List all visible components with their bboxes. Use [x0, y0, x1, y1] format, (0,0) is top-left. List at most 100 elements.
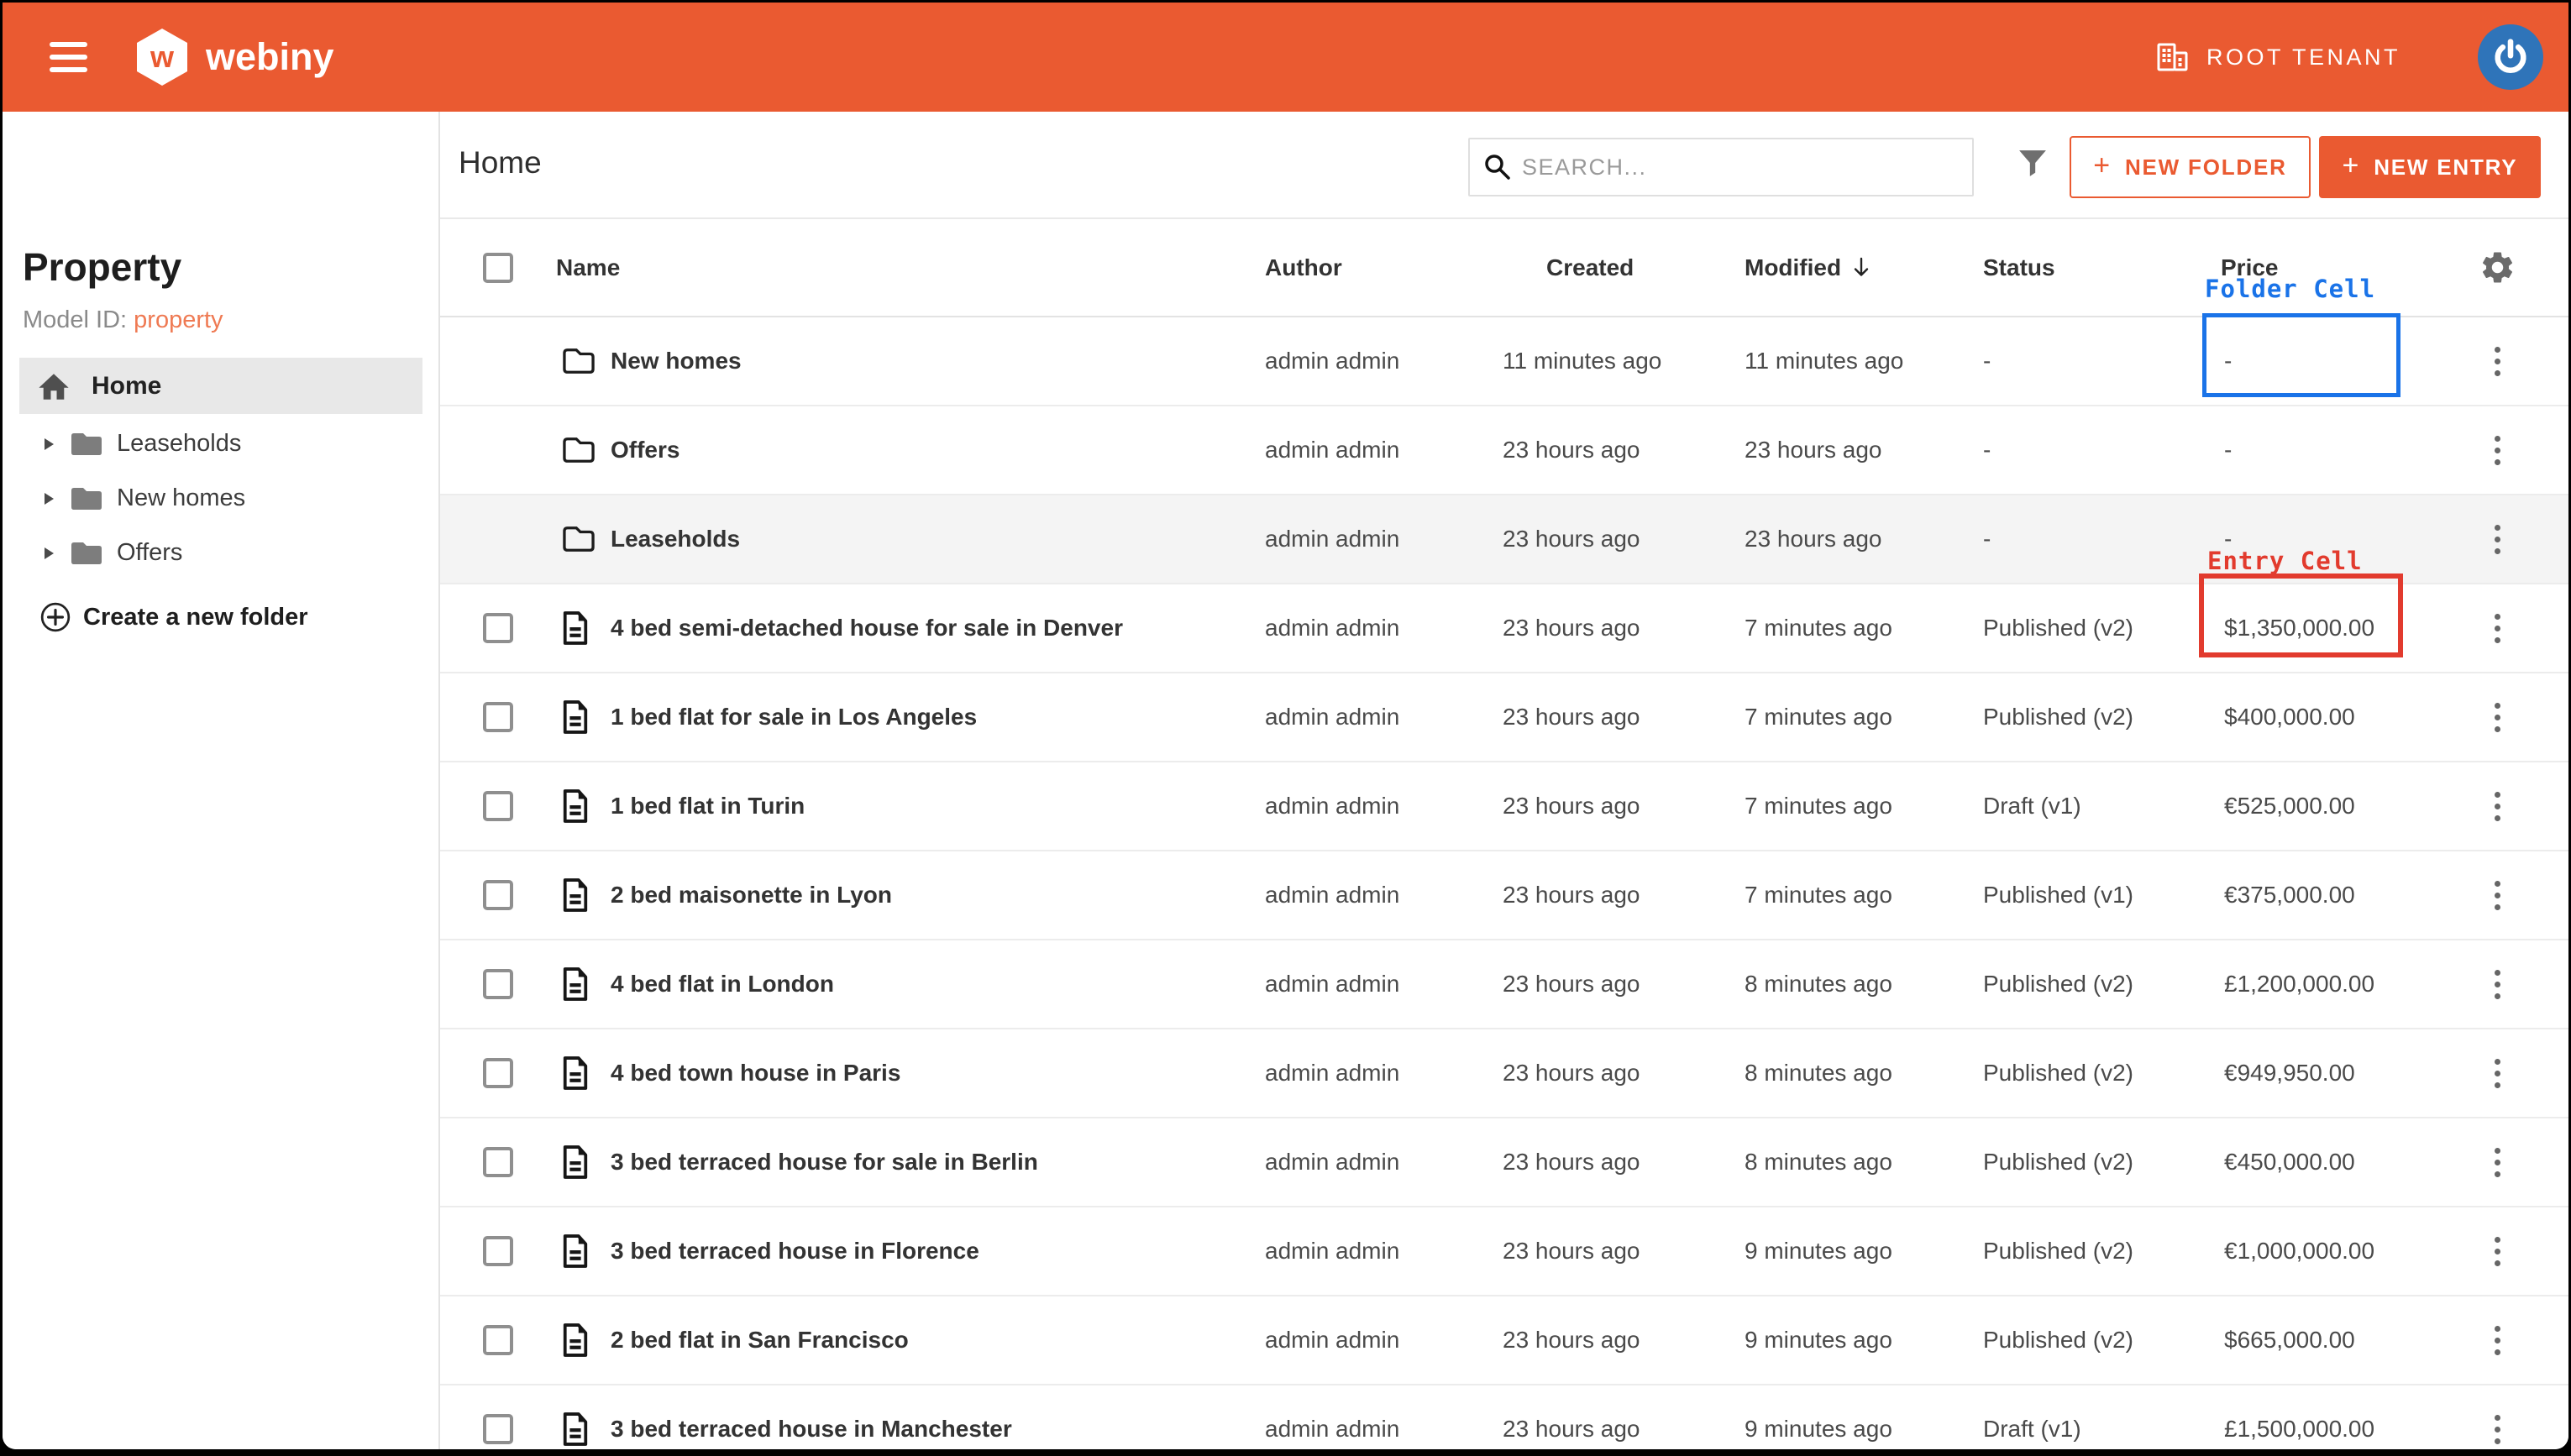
page-title: Home — [459, 145, 542, 181]
tenant-selector[interactable]: ROOT TENANT — [2156, 3, 2400, 112]
row-name: 3 bed terraced house in Florence — [611, 1238, 979, 1265]
row-created: 23 hours ago — [1503, 1149, 1640, 1176]
search-input[interactable] — [1522, 155, 1972, 181]
row-created: 23 hours ago — [1503, 1327, 1640, 1354]
row-author: admin admin — [1265, 793, 1399, 820]
create-folder-button[interactable]: Create a new folder — [39, 597, 308, 637]
row-checkbox[interactable] — [483, 1325, 513, 1355]
row-checkbox[interactable] — [483, 969, 513, 999]
row-created: 23 hours ago — [1503, 1060, 1640, 1087]
table-row[interactable]: Offers admin admin 23 hours ago 23 hours… — [440, 406, 2568, 495]
row-actions-button[interactable] — [2495, 788, 2500, 824]
row-actions-button[interactable] — [2495, 521, 2500, 557]
row-actions-button[interactable] — [2495, 966, 2500, 1002]
chevron-right-icon[interactable] — [45, 547, 54, 559]
building-icon — [2156, 42, 2190, 72]
new-folder-button[interactable]: + NEW FOLDER — [2070, 136, 2311, 198]
new-folder-label: NEW FOLDER — [2125, 155, 2287, 181]
table-row[interactable]: 4 bed flat in London admin admin 23 hour… — [440, 940, 2568, 1029]
row-actions-button[interactable] — [2495, 699, 2500, 735]
chevron-right-icon[interactable] — [45, 493, 54, 505]
row-actions-button[interactable] — [2495, 877, 2500, 913]
row-checkbox[interactable] — [483, 1058, 513, 1088]
column-header-status[interactable]: Status — [1983, 219, 2221, 316]
row-actions-button[interactable] — [2495, 343, 2500, 379]
document-icon — [561, 788, 590, 824]
column-header-name[interactable]: Name — [556, 219, 1265, 316]
table-row[interactable]: 4 bed town house in Paris admin admin 23… — [440, 1029, 2568, 1118]
row-status: Draft (v1) — [1983, 1416, 2081, 1443]
row-modified: 8 minutes ago — [1745, 971, 1892, 998]
content-area: Home + NEW FOLDER — [440, 112, 2568, 1449]
plus-icon: + — [2093, 149, 2112, 182]
table-row[interactable]: 2 bed flat in San Francisco admin admin … — [440, 1296, 2568, 1385]
sidebar: Property Model ID: property Home Leaseho… — [3, 112, 440, 1449]
search-box — [1468, 138, 1974, 196]
plus-circle-icon — [39, 601, 71, 633]
row-status: - — [1983, 526, 1991, 553]
table-row[interactable]: 1 bed flat in Turin admin admin 23 hours… — [440, 762, 2568, 851]
row-checkbox[interactable] — [483, 880, 513, 910]
table-row[interactable]: 3 bed terraced house for sale in Berlin … — [440, 1118, 2568, 1207]
content-toolbar: Home + NEW FOLDER — [440, 112, 2568, 219]
row-actions-button[interactable] — [2495, 610, 2500, 646]
model-id: Model ID: property — [23, 306, 223, 334]
row-author: admin admin — [1265, 1327, 1399, 1354]
column-header-author[interactable]: Author — [1265, 219, 1503, 316]
row-actions-button[interactable] — [2495, 1322, 2500, 1358]
folder-cell-annotation-label: Folder Cell — [2205, 275, 2375, 303]
select-all-checkbox[interactable] — [483, 253, 513, 283]
row-name: 4 bed town house in Paris — [611, 1060, 900, 1087]
row-modified: 7 minutes ago — [1745, 793, 1892, 820]
row-created: 23 hours ago — [1503, 1416, 1640, 1443]
row-actions-button[interactable] — [2495, 1055, 2500, 1091]
sidebar-item-home[interactable]: Home — [19, 358, 422, 414]
row-author: admin admin — [1265, 971, 1399, 998]
table-settings-button[interactable] — [2479, 249, 2516, 286]
new-entry-button[interactable]: + NEW ENTRY — [2319, 136, 2541, 198]
row-name: New homes — [611, 348, 742, 374]
row-actions-button[interactable] — [2495, 1233, 2500, 1269]
row-actions-button[interactable] — [2495, 1144, 2500, 1180]
create-folder-label: Create a new folder — [83, 604, 308, 631]
row-created: 11 minutes ago — [1503, 348, 1661, 374]
row-author: admin admin — [1265, 704, 1399, 731]
row-name: 1 bed flat for sale in Los Angeles — [611, 704, 977, 731]
sidebar-folder-item[interactable]: Leaseholds — [3, 416, 438, 471]
document-icon — [561, 1055, 590, 1091]
hamburger-icon — [50, 42, 87, 47]
row-actions-button[interactable] — [2495, 432, 2500, 468]
folder-icon — [70, 485, 103, 512]
row-modified: 9 minutes ago — [1745, 1416, 1892, 1443]
column-header-created[interactable]: Created — [1503, 219, 1745, 316]
row-name: 2 bed flat in San Francisco — [611, 1327, 909, 1354]
row-modified: 8 minutes ago — [1745, 1149, 1892, 1176]
row-checkbox[interactable] — [483, 1236, 513, 1266]
table-row[interactable]: 3 bed terraced house in Florence admin a… — [440, 1207, 2568, 1296]
row-actions-button[interactable] — [2495, 1411, 2500, 1447]
column-header-modified[interactable]: Modified — [1745, 219, 1983, 316]
logo-letter: w — [150, 42, 174, 72]
row-checkbox[interactable] — [483, 613, 513, 643]
document-icon — [561, 699, 590, 735]
row-checkbox[interactable] — [483, 1414, 513, 1444]
entry-cell-annotation-label: Entry Cell — [2207, 547, 2363, 575]
sort-desc-arrow-icon — [1851, 256, 1871, 280]
chevron-right-icon[interactable] — [45, 438, 54, 450]
user-avatar[interactable] — [2478, 24, 2543, 90]
table-row[interactable]: 1 bed flat for sale in Los Angeles admin… — [440, 673, 2568, 762]
sidebar-folder-item[interactable]: Offers — [3, 526, 438, 580]
row-checkbox[interactable] — [483, 702, 513, 732]
row-name: 3 bed terraced house for sale in Berlin — [611, 1149, 1038, 1176]
table-row[interactable]: 2 bed maisonette in Lyon admin admin 23 … — [440, 851, 2568, 940]
table-row[interactable]: 3 bed terraced house in Manchester admin… — [440, 1385, 2568, 1449]
row-author: admin admin — [1265, 1060, 1399, 1087]
row-checkbox[interactable] — [483, 1147, 513, 1177]
sidebar-folder-label: Offers — [117, 539, 182, 567]
brand-name: webiny — [206, 35, 334, 79]
row-created: 23 hours ago — [1503, 615, 1640, 642]
sidebar-folder-item[interactable]: New homes — [3, 471, 438, 526]
filter-button[interactable] — [2017, 149, 2048, 180]
row-checkbox[interactable] — [483, 791, 513, 821]
menu-toggle-button[interactable] — [50, 3, 87, 112]
